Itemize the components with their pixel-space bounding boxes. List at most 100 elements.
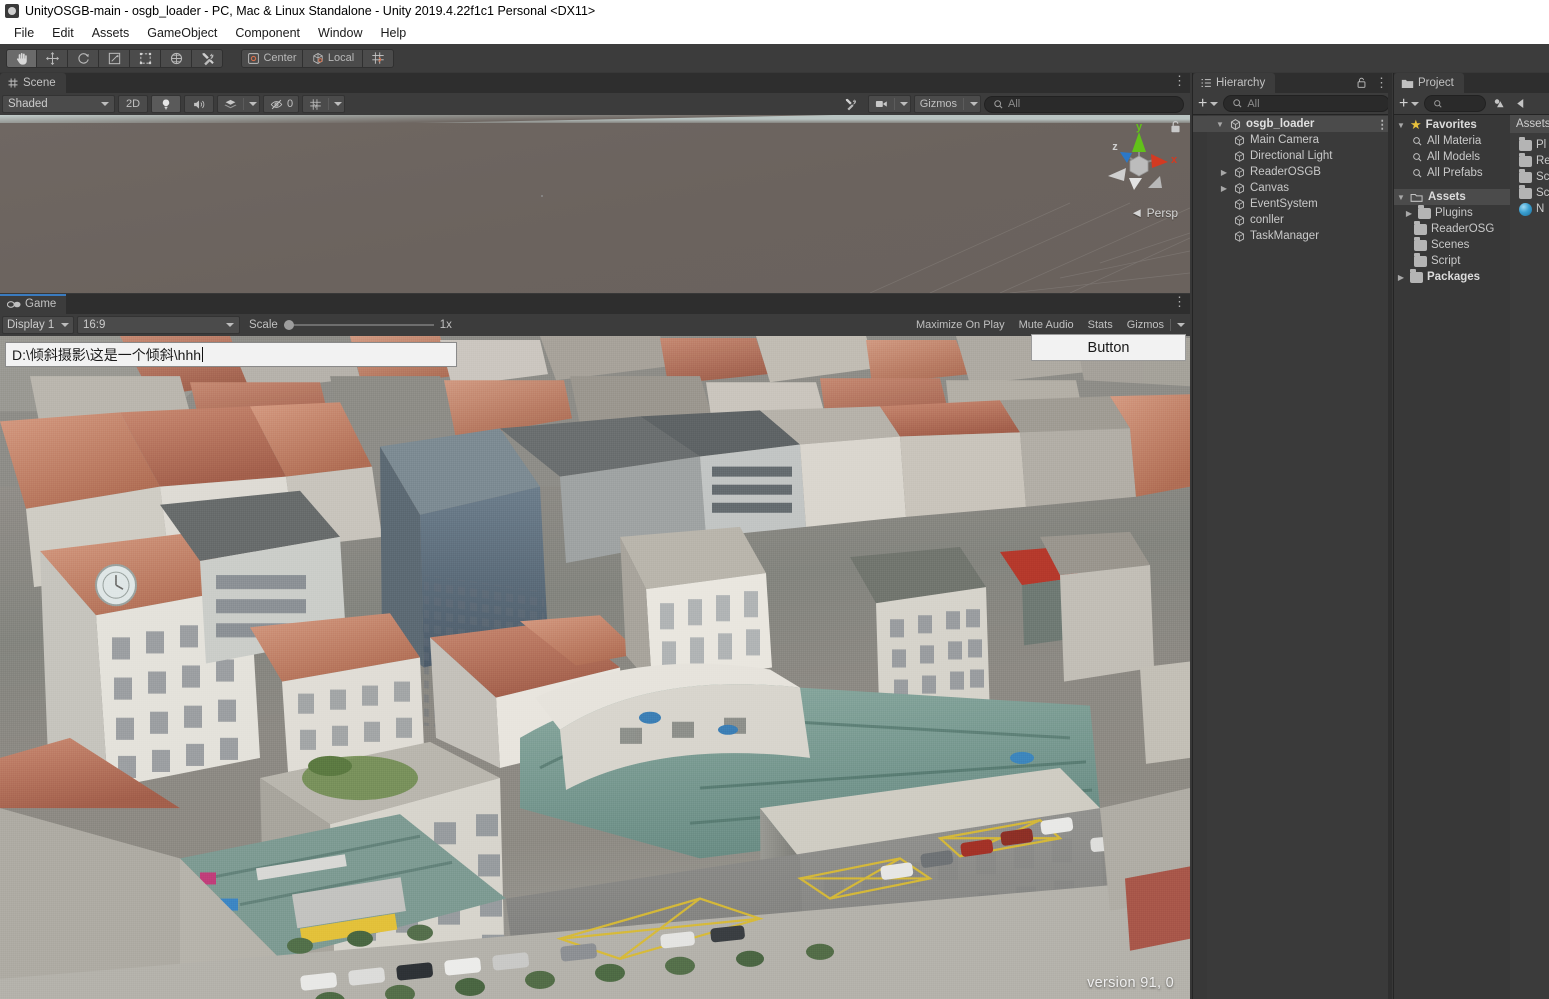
project-filter-label-button[interactable] [1512, 95, 1530, 113]
expand-arrow-down-icon[interactable]: ▼ [1215, 120, 1225, 129]
pivot-mode-button[interactable]: Center [241, 49, 303, 68]
project-item-all-prefabs[interactable]: All Prefabs [1394, 165, 1510, 181]
asset-item-readerosgb[interactable]: Re [1510, 153, 1549, 169]
hierarchy-tree[interactable]: ▼ osgb_loader ⋮ Main Camera [1193, 115, 1392, 999]
scene-view-gizmo[interactable]: y x z [1096, 118, 1182, 218]
maximize-on-play-button[interactable]: Maximize On Play [910, 316, 1011, 334]
scene-2d-toggle[interactable]: 2D [118, 95, 148, 113]
chevron-down-icon[interactable] [900, 102, 908, 106]
project-item-assets[interactable]: ▼ Assets [1394, 189, 1510, 205]
hierarchy-item-taskmanager[interactable]: TaskManager [1193, 228, 1392, 244]
scale-track[interactable] [284, 324, 434, 326]
scene-perspective-label[interactable]: ◄ Persp [1130, 205, 1178, 220]
tab-project[interactable]: Project [1394, 73, 1464, 93]
hand-tool-button[interactable] [6, 49, 37, 68]
hierarchy-kebab-icon[interactable]: ⋮ [1375, 78, 1388, 88]
tab-hierarchy[interactable]: Hierarchy [1193, 73, 1275, 93]
scene-gizmos-button[interactable]: Gizmos [914, 95, 981, 113]
pivot-rotation-button[interactable]: Local [303, 49, 363, 68]
hierarchy-add-button[interactable]: + [1195, 95, 1221, 113]
menu-gameobject[interactable]: GameObject [138, 24, 226, 42]
expand-arrow-down-icon[interactable]: ▼ [1396, 121, 1406, 130]
hierarchy-item-main-camera[interactable]: Main Camera [1193, 132, 1392, 148]
load-button[interactable]: Button [1031, 334, 1186, 361]
project-tree[interactable]: ▼ ★ Favorites All Materia Al [1394, 115, 1510, 999]
project-item-all-materials[interactable]: All Materia [1394, 133, 1510, 149]
hierarchy-item-directional-light[interactable]: Directional Light [1193, 148, 1392, 164]
project-item-script[interactable]: Script [1394, 253, 1510, 269]
asset-item-plugins[interactable]: Pl [1510, 137, 1549, 153]
panel-divider[interactable] [1388, 73, 1392, 999]
asset-item-scenes[interactable]: Sc [1510, 169, 1549, 185]
hierarchy-search-input[interactable]: All [1223, 95, 1390, 112]
scene-audio-toggle[interactable] [184, 95, 214, 113]
scene-kebab-icon[interactable]: ⋮ [1173, 76, 1186, 86]
game-display-dropdown[interactable]: Display 1 [2, 316, 74, 334]
project-item-all-models[interactable]: All Models [1394, 149, 1510, 165]
scene-fx-toggle[interactable] [217, 95, 260, 113]
project-asset-grid[interactable]: Assets Pl Re Sc Sc [1510, 115, 1549, 999]
transform-tool-button[interactable] [161, 49, 192, 68]
scene-lighting-toggle[interactable] [151, 95, 181, 113]
chevron-down-icon[interactable] [1177, 323, 1185, 327]
grid-snap-button[interactable] [363, 49, 394, 68]
project-item-packages[interactable]: ▶ Packages [1394, 269, 1510, 285]
game-scale-slider[interactable]: Scale 1x [249, 319, 452, 331]
menu-help[interactable]: Help [371, 24, 415, 42]
expand-arrow-right-icon[interactable]: ▶ [1219, 168, 1229, 177]
menu-file[interactable]: File [5, 24, 43, 42]
asset-item-script[interactable]: Sc [1510, 185, 1549, 201]
scene-hidden-objects-toggle[interactable]: 0 [263, 95, 299, 113]
hierarchy-item-eventsystem[interactable]: EventSystem [1193, 196, 1392, 212]
custom-tool-button[interactable] [192, 49, 223, 68]
project-filter-type-button[interactable] [1488, 95, 1510, 113]
asset-item-material[interactable]: N [1510, 201, 1549, 217]
tab-game[interactable]: Game [0, 294, 66, 314]
chevron-down-icon[interactable] [334, 102, 342, 106]
scale-tool-button[interactable] [99, 49, 130, 68]
game-tab-options[interactable]: ⋮ [1173, 297, 1186, 307]
move-tool-button[interactable] [37, 49, 68, 68]
mute-audio-button[interactable]: Mute Audio [1013, 316, 1080, 334]
scene-search-input[interactable]: All [984, 96, 1184, 113]
stats-button[interactable]: Stats [1082, 316, 1119, 334]
menu-window[interactable]: Window [309, 24, 371, 42]
game-kebab-icon[interactable]: ⋮ [1173, 297, 1186, 307]
lock-open-icon[interactable] [1356, 76, 1367, 89]
project-item-readerosgb[interactable]: ReaderOSG [1394, 221, 1510, 237]
expand-arrow-down-icon[interactable]: ▼ [1396, 193, 1406, 202]
menu-assets[interactable]: Assets [83, 24, 139, 42]
game-gizmos-button[interactable]: Gizmos [1121, 316, 1188, 334]
hierarchy-item-canvas[interactable]: ▶ Canvas [1193, 180, 1392, 196]
hierarchy-item-scene[interactable]: ▼ osgb_loader ⋮ [1193, 116, 1392, 132]
scene-draw-mode-dropdown[interactable]: Shaded [2, 95, 115, 113]
scene-row-kebab-icon[interactable]: ⋮ [1377, 117, 1389, 131]
chevron-down-icon[interactable] [249, 102, 257, 106]
tab-scene[interactable]: Scene [0, 73, 66, 93]
rect-tool-button[interactable] [130, 49, 161, 68]
project-item-scenes[interactable]: Scenes [1394, 237, 1510, 253]
path-input-field[interactable]: D:\倾斜摄影\这是一个倾斜\hhh [5, 342, 457, 367]
game-aspect-dropdown[interactable]: 16:9 [77, 316, 240, 334]
scale-knob[interactable] [284, 320, 294, 330]
expand-arrow-right-icon[interactable]: ▶ [1396, 273, 1406, 282]
hierarchy-item-readerosgb[interactable]: ▶ ReaderOSGB [1193, 164, 1392, 180]
project-item-favorites[interactable]: ▼ ★ Favorites [1394, 117, 1510, 133]
project-add-button[interactable]: + [1396, 95, 1422, 113]
chevron-down-icon[interactable] [970, 102, 978, 106]
game-viewport[interactable]: version 91, 0 D:\倾斜摄影\这是一个倾斜\hhh [0, 336, 1190, 999]
expand-arrow-right-icon[interactable]: ▶ [1404, 209, 1414, 218]
project-item-plugins[interactable]: ▶ Plugins [1394, 205, 1510, 221]
scene-tools-button[interactable] [837, 95, 865, 113]
menu-component[interactable]: Component [226, 24, 309, 42]
scene-tab-options[interactable]: ⋮ [1173, 76, 1186, 86]
hierarchy-item-conller[interactable]: conller [1193, 212, 1392, 228]
menu-edit[interactable]: Edit [43, 24, 83, 42]
scene-viewport[interactable]: y x z ◄ Persp [0, 115, 1190, 293]
scene-grid-visibility[interactable]: Y [302, 95, 345, 113]
project-item-label: Packages [1427, 271, 1480, 283]
rotate-tool-button[interactable] [68, 49, 99, 68]
expand-arrow-right-icon[interactable]: ▶ [1219, 184, 1229, 193]
scene-camera-settings[interactable] [868, 95, 911, 113]
project-search-input[interactable] [1424, 95, 1486, 112]
